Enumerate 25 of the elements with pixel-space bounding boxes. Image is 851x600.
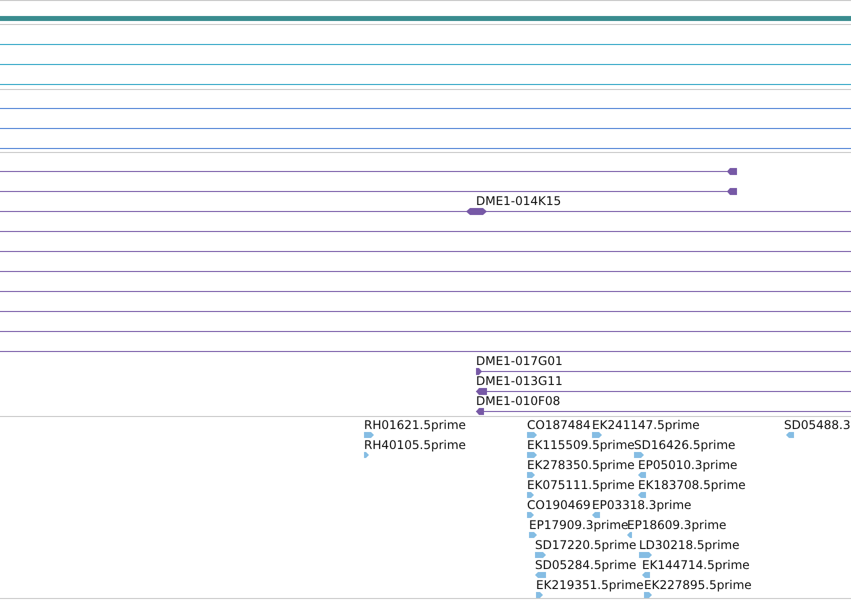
clone-label: DME1-013G11 — [476, 374, 563, 388]
est-label: EP18609.3prime — [627, 518, 726, 532]
clone-label: DME1-017G01 — [476, 354, 563, 368]
est-label: RH40105.5prime — [364, 438, 466, 452]
est-label: EK075111.5prime — [527, 478, 635, 492]
clone-label: DME1-010F08 — [476, 394, 560, 408]
est-label: EP05010.3prime — [638, 458, 738, 472]
est-label: EK144714.5prime — [642, 558, 750, 572]
est-label: LD30218.5prime — [639, 538, 740, 552]
est-label: EK241147.5prime — [592, 418, 700, 432]
est-label: CO190469 — [527, 498, 591, 512]
est-label: CO187484 — [527, 418, 591, 432]
est-label: SD17220.5prime — [535, 538, 636, 552]
est-label: SD05488.3 — [784, 418, 850, 432]
est-label: EK219351.5prime — [536, 578, 644, 592]
clone-label: DME1-014K15 — [476, 194, 562, 208]
est-label: EP03318.3prime — [592, 498, 692, 512]
est-label: EK278350.5prime — [527, 458, 635, 472]
est-label: EK183708.5prime — [638, 478, 746, 492]
est-label: SD05284.5prime — [535, 558, 636, 572]
est-label: EK227895.5prime — [644, 578, 752, 592]
est-label: EK115509.5prime — [527, 438, 635, 452]
est-label: RH01621.5prime — [364, 418, 466, 432]
est-label: SD16426.5prime — [634, 438, 736, 452]
est-label: EP17909.3prime — [529, 518, 628, 532]
